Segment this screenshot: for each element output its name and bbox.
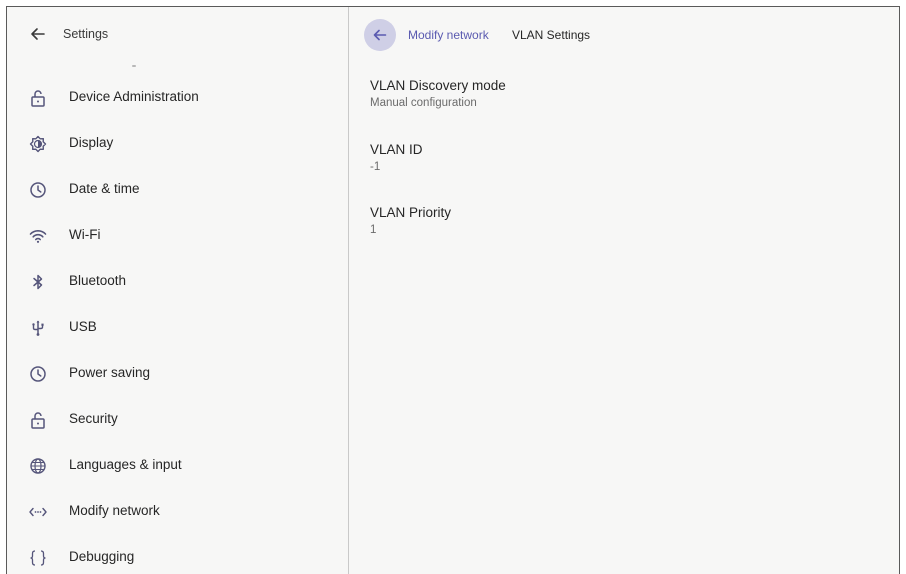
pref-vlan-id[interactable]: VLAN ID -1 <box>370 142 770 173</box>
pref-vlan-priority[interactable]: VLAN Priority 1 <box>370 205 770 236</box>
main-header: Modify network VLAN Settings <box>349 7 899 63</box>
wifi-icon <box>28 226 48 246</box>
sidebar-item-label: Device Administration <box>69 89 199 104</box>
sidebar-item-label: Display <box>69 135 114 150</box>
sidebar-item-label: Wi-Fi <box>69 227 101 242</box>
sidebar-item-device-administration[interactable]: Device Administration <box>7 75 348 121</box>
sidebar-item-label: Power saving <box>69 365 151 380</box>
sidebar-item-languages-input[interactable]: Languages & input <box>7 443 348 489</box>
sidebar-item-label: Security <box>69 411 118 426</box>
sidebar-item-security[interactable]: Security <box>7 397 348 443</box>
main-panel: Modify network VLAN Settings VLAN Discov… <box>349 7 899 574</box>
pref-summary: 1 <box>370 224 377 236</box>
pref-title: VLAN Priority <box>370 205 452 220</box>
sidebar-item-power-saving[interactable]: Power saving <box>7 351 348 397</box>
lock-open-icon <box>28 88 48 108</box>
sidebar-item-label: Date & time <box>69 181 140 196</box>
sidebar-item-label: Languages & input <box>69 457 182 472</box>
sidebar-item-label: Modify network <box>69 503 160 518</box>
sidebar-item-label: Bluetooth <box>69 273 127 288</box>
pref-title: VLAN Discovery mode <box>370 78 506 93</box>
sidebar-item-modify-network[interactable]: Modify network <box>7 489 348 535</box>
network-arrows-icon <box>28 502 48 522</box>
pref-summary: Manual configuration <box>370 97 477 109</box>
back-arrow-icon <box>371 26 389 44</box>
sidebar-item-usb[interactable]: USB <box>7 305 348 351</box>
scroll-indicator <box>132 65 136 67</box>
lock-open-icon <box>28 410 48 430</box>
back-button[interactable] <box>364 19 396 51</box>
usb-icon <box>28 318 48 338</box>
sidebar-item-display[interactable]: Display <box>7 121 348 167</box>
pref-vlan-discovery-mode[interactable]: VLAN Discovery mode Manual configuration <box>370 78 770 109</box>
sidebar-item-bluetooth[interactable]: Bluetooth <box>7 259 348 305</box>
clock-icon <box>28 364 48 384</box>
brightness-icon <box>28 134 48 154</box>
sidebar-item-debugging[interactable]: Debugging <box>7 535 348 574</box>
braces-icon <box>28 548 48 568</box>
pref-title: VLAN ID <box>370 142 423 157</box>
clock-icon <box>28 180 48 200</box>
sidebar-item-label: USB <box>69 319 97 334</box>
back-arrow-icon[interactable] <box>28 24 48 44</box>
pref-summary: -1 <box>370 161 381 173</box>
sidebar-item-wifi[interactable]: Wi-Fi <box>7 213 348 259</box>
sidebar-title: Settings <box>63 27 109 41</box>
sidebar: Settings Device Administration Display D… <box>7 7 349 574</box>
globe-icon <box>28 456 48 476</box>
sidebar-item-label: Debugging <box>69 549 135 564</box>
breadcrumb-parent[interactable]: Modify network <box>408 28 489 42</box>
sidebar-header: Settings <box>7 7 348 63</box>
settings-window: Settings Device Administration Display D… <box>6 6 900 574</box>
page-title: VLAN Settings <box>512 28 591 42</box>
sidebar-item-date-time[interactable]: Date & time <box>7 167 348 213</box>
bluetooth-icon <box>28 272 48 292</box>
